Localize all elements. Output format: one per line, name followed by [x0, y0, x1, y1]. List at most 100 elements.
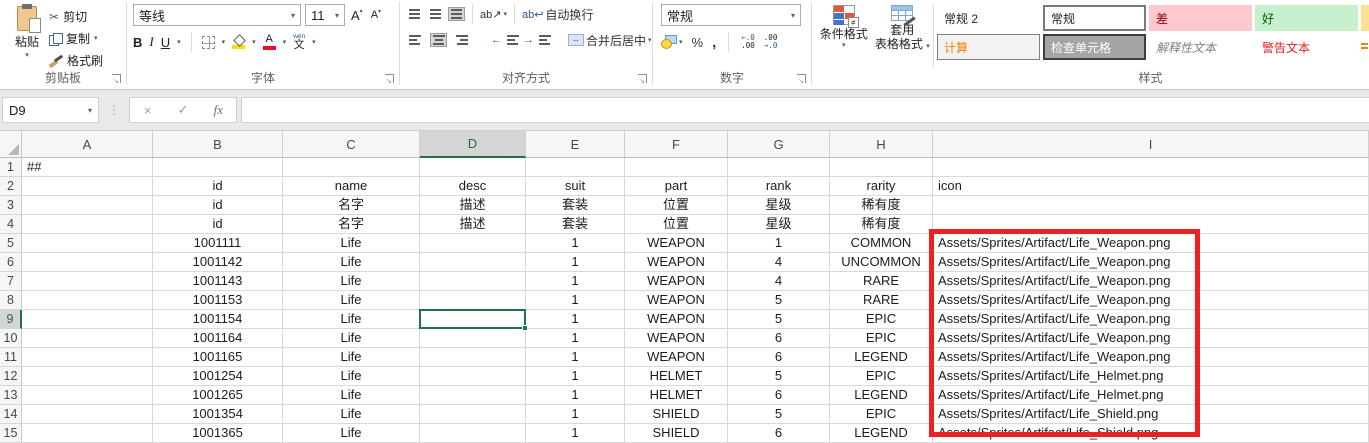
cell-C10[interactable]: Life	[283, 329, 420, 348]
row-header-11[interactable]: 11	[0, 348, 22, 367]
cell-F14[interactable]: SHIELD	[625, 405, 728, 424]
cell-F12[interactable]: HELMET	[625, 367, 728, 386]
align-bottom-button[interactable]	[448, 7, 465, 21]
increase-indent-button[interactable]: →	[523, 33, 548, 47]
cell-E5[interactable]: 1	[526, 234, 625, 253]
cell-C1[interactable]	[283, 158, 420, 177]
cell-F5[interactable]: WEAPON	[625, 234, 728, 253]
cell-G4[interactable]: 星级	[728, 215, 830, 234]
borders-button[interactable]	[202, 36, 215, 49]
copy-button[interactable]: 复制 ▾	[49, 30, 103, 47]
underline-button[interactable]: U	[161, 35, 170, 50]
cell-D12[interactable]	[420, 367, 526, 386]
row-header-14[interactable]: 14	[0, 405, 22, 424]
cell-C5[interactable]: Life	[283, 234, 420, 253]
cell-B6[interactable]: 1001142	[153, 253, 283, 272]
cell-I10[interactable]: Assets/Sprites/Artifact/Life_Weapon.png	[933, 329, 1369, 348]
row-header-3[interactable]: 3	[0, 196, 22, 215]
insert-function-button[interactable]: fx	[203, 102, 233, 118]
cell-G3[interactable]: 星级	[728, 196, 830, 215]
cell-B9[interactable]: 1001154	[153, 310, 283, 329]
cell-E1[interactable]	[526, 158, 625, 177]
cell-I7[interactable]: Assets/Sprites/Artifact/Life_Weapon.png	[933, 272, 1369, 291]
cell-F8[interactable]: WEAPON	[625, 291, 728, 310]
cell-I2[interactable]: icon	[933, 177, 1369, 196]
row-header-8[interactable]: 8	[0, 291, 22, 310]
cell-D4[interactable]: 描述	[420, 215, 526, 234]
cell-H7[interactable]: RARE	[830, 272, 933, 291]
cell-A6[interactable]	[22, 253, 153, 272]
cell-A8[interactable]	[22, 291, 153, 310]
cell-B1[interactable]	[153, 158, 283, 177]
enter-button[interactable]: ✓	[168, 102, 198, 118]
cell-A12[interactable]	[22, 367, 153, 386]
column-header-I[interactable]: I	[933, 131, 1369, 158]
cell-C2[interactable]: name	[283, 177, 420, 196]
row-header-4[interactable]: 4	[0, 215, 22, 234]
style-chip-normal-selected[interactable]: 常规	[1043, 5, 1146, 31]
cell-D3[interactable]: 描述	[420, 196, 526, 215]
clipboard-dialog-launcher-icon[interactable]	[112, 74, 121, 83]
cell-B7[interactable]: 1001143	[153, 272, 283, 291]
font-dialog-launcher-icon[interactable]	[385, 74, 394, 83]
column-header-B[interactable]: B	[153, 131, 283, 158]
cell-C6[interactable]: Life	[283, 253, 420, 272]
column-header-G[interactable]: G	[728, 131, 830, 158]
cell-E7[interactable]: 1	[526, 272, 625, 291]
align-center-button[interactable]	[430, 33, 447, 47]
cell-A14[interactable]	[22, 405, 153, 424]
cell-G14[interactable]: 5	[728, 405, 830, 424]
cell-E2[interactable]: suit	[526, 177, 625, 196]
cell-F7[interactable]: WEAPON	[625, 272, 728, 291]
cell-E12[interactable]: 1	[526, 367, 625, 386]
cell-B10[interactable]: 1001164	[153, 329, 283, 348]
decrease-indent-button[interactable]: ←	[491, 33, 516, 47]
row-header-12[interactable]: 12	[0, 367, 22, 386]
cell-C4[interactable]: 名字	[283, 215, 420, 234]
cell-A11[interactable]	[22, 348, 153, 367]
decrease-font-size-button[interactable]: A▾	[369, 9, 383, 21]
cell-F6[interactable]: WEAPON	[625, 253, 728, 272]
cell-A10[interactable]	[22, 329, 153, 348]
cell-D13[interactable]	[420, 386, 526, 405]
cell-G8[interactable]: 5	[728, 291, 830, 310]
row-header-13[interactable]: 13	[0, 386, 22, 405]
cell-C8[interactable]: Life	[283, 291, 420, 310]
name-box[interactable]: D9 ▾	[2, 97, 99, 123]
cell-H8[interactable]: RARE	[830, 291, 933, 310]
cell-I6[interactable]: Assets/Sprites/Artifact/Life_Weapon.png	[933, 253, 1369, 272]
cancel-button[interactable]: ×	[133, 103, 163, 118]
column-header-D[interactable]: D	[420, 131, 526, 158]
cell-I8[interactable]: Assets/Sprites/Artifact/Life_Weapon.png	[933, 291, 1369, 310]
format-painter-button[interactable]: 格式刷	[49, 52, 103, 69]
cell-D5[interactable]	[420, 234, 526, 253]
cell-G12[interactable]: 5	[728, 367, 830, 386]
style-chip-good[interactable]: 好	[1255, 5, 1358, 31]
cell-E9[interactable]: 1	[526, 310, 625, 329]
cell-D9[interactable]	[420, 310, 526, 329]
conditional-format-button[interactable]: ≠ 条件格式 ▾	[816, 3, 872, 71]
cell-E14[interactable]: 1	[526, 405, 625, 424]
cell-G11[interactable]: 6	[728, 348, 830, 367]
cell-C12[interactable]: Life	[283, 367, 420, 386]
style-chip-warning[interactable]: 警告文本	[1255, 34, 1358, 60]
cell-I1[interactable]	[933, 158, 1369, 177]
cell-H6[interactable]: UNCOMMON	[830, 253, 933, 272]
cell-F2[interactable]: part	[625, 177, 728, 196]
cell-H11[interactable]: LEGEND	[830, 348, 933, 367]
column-header-C[interactable]: C	[283, 131, 420, 158]
row-header-10[interactable]: 10	[0, 329, 22, 348]
cell-C3[interactable]: 名字	[283, 196, 420, 215]
row-header-6[interactable]: 6	[0, 253, 22, 272]
cell-G2[interactable]: rank	[728, 177, 830, 196]
align-right-button[interactable]	[454, 33, 471, 47]
comma-style-button[interactable]: ,	[712, 34, 716, 51]
cell-D15[interactable]	[420, 424, 526, 443]
cell-B5[interactable]: 1001111	[153, 234, 283, 253]
cell-I3[interactable]	[933, 196, 1369, 215]
align-middle-button[interactable]	[427, 7, 444, 21]
decrease-decimal-button[interactable]: .00 →.0	[764, 34, 778, 50]
cell-E15[interactable]: 1	[526, 424, 625, 443]
cell-A9[interactable]	[22, 310, 153, 329]
cell-F11[interactable]: WEAPON	[625, 348, 728, 367]
